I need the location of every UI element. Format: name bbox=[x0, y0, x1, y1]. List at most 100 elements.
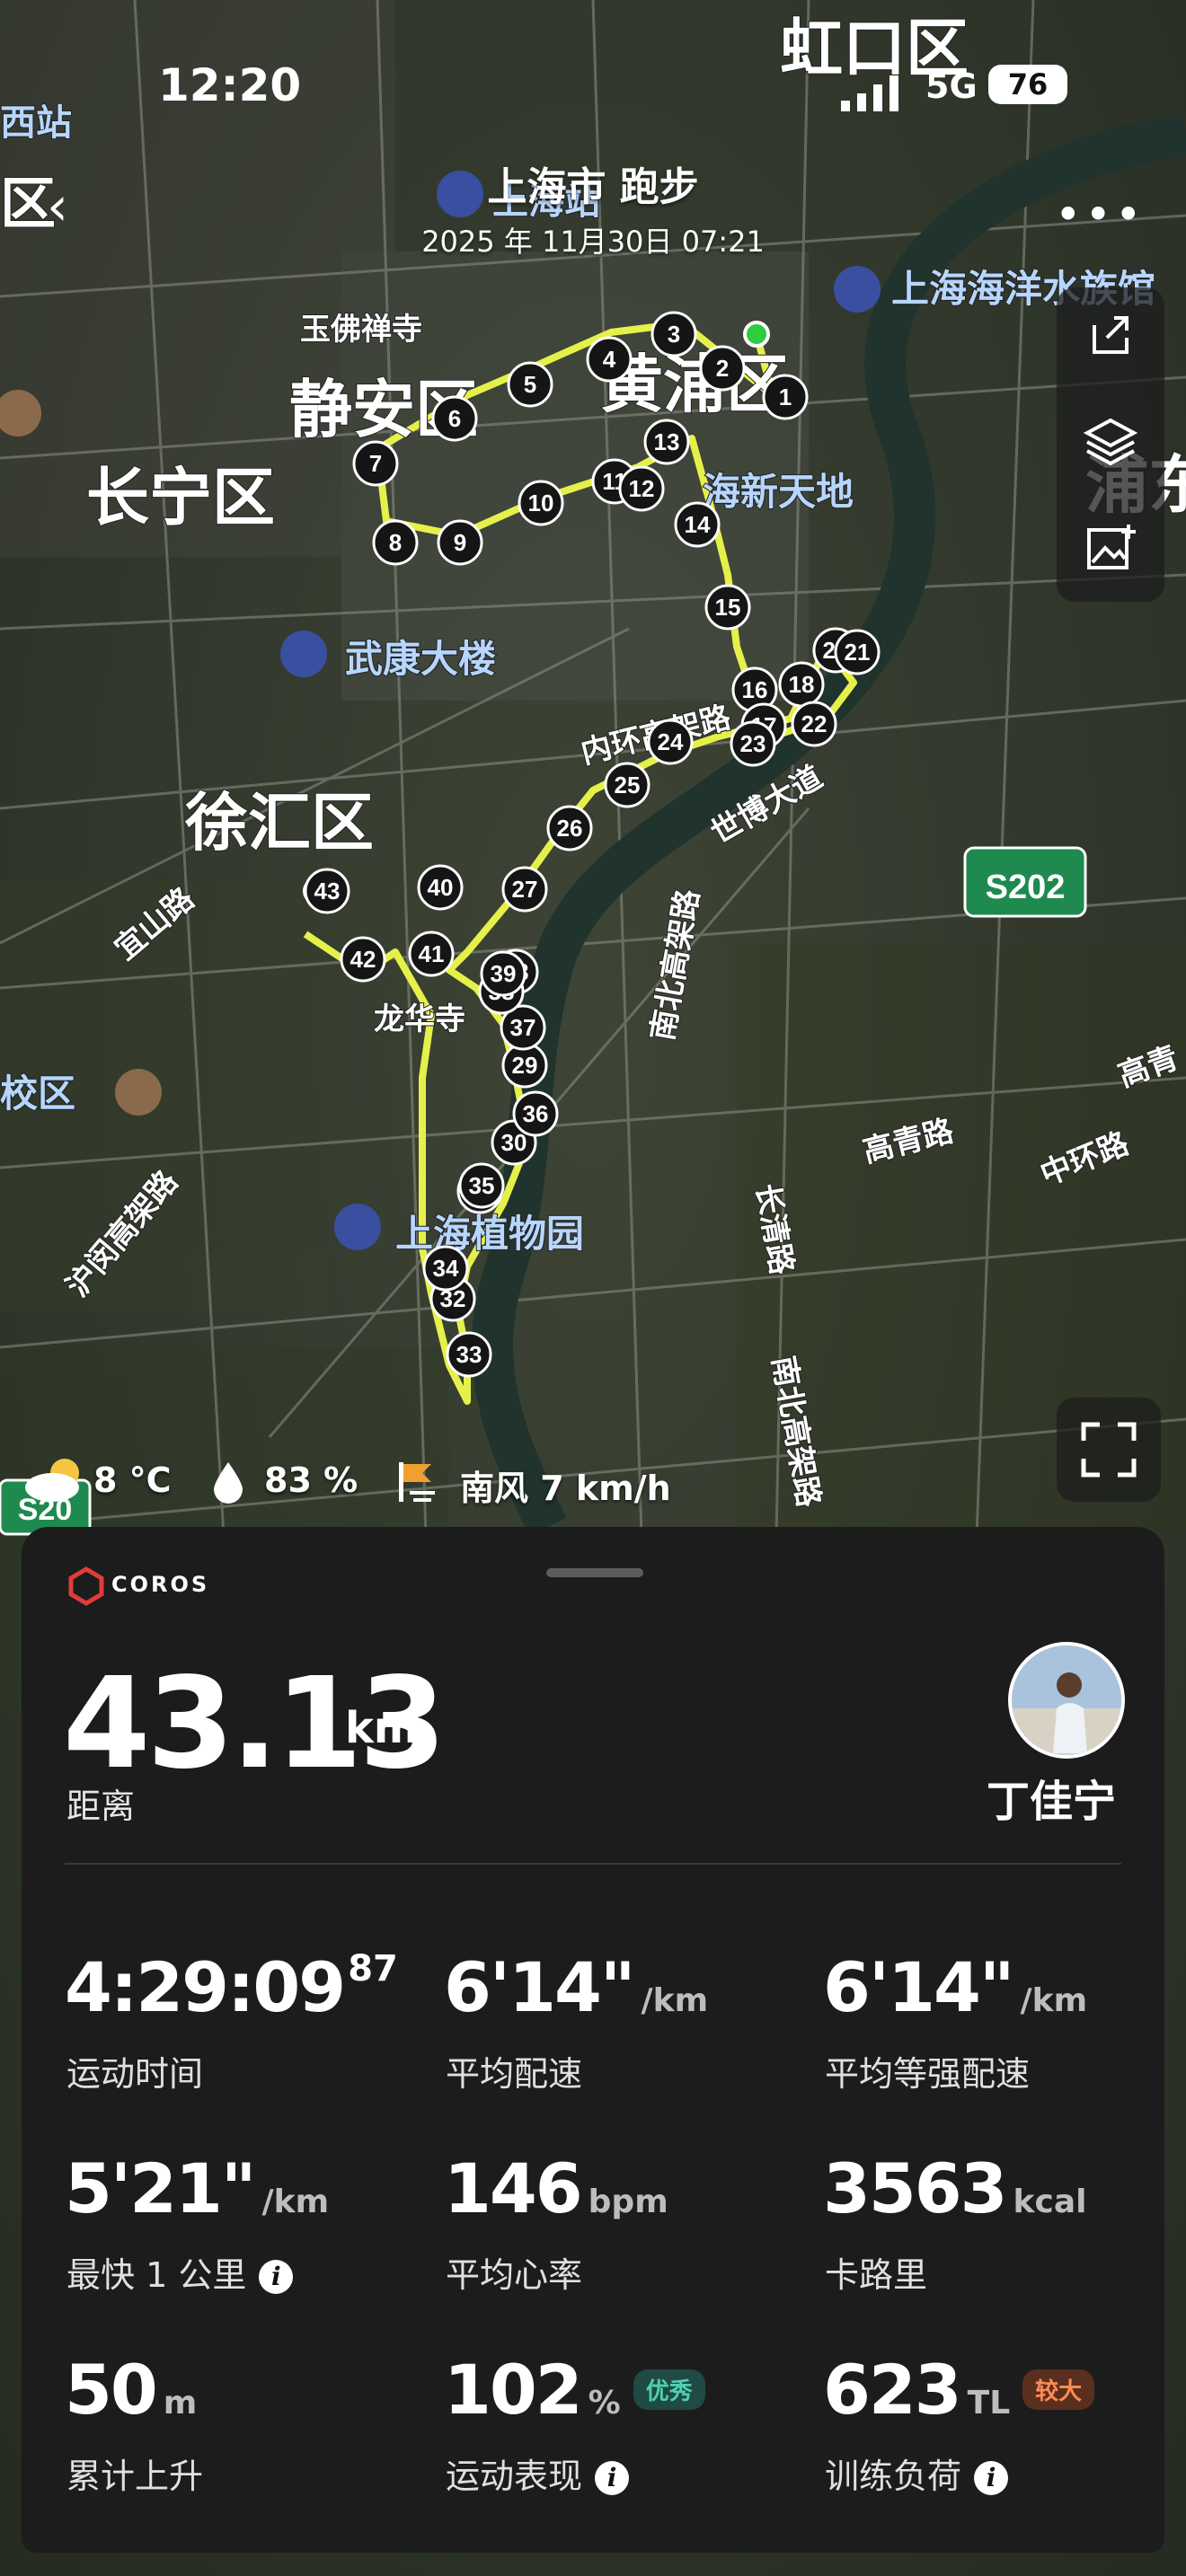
km-marker[interactable]: 7 bbox=[352, 440, 399, 487]
wind-icon bbox=[399, 1462, 435, 1502]
stat-elevation-gain-label: 累计上升 bbox=[66, 2457, 204, 2496]
layers-icon[interactable] bbox=[1082, 411, 1139, 469]
activity-summary-panel[interactable]: COROS 43.13 km 距离 丁佳宁 4:29:09 87 运动时间 6'1… bbox=[22, 1527, 1164, 2553]
activity-datetime: 2025 年 11月30日 07:21 bbox=[421, 225, 765, 259]
info-icon[interactable]: i bbox=[974, 2461, 1009, 2495]
stat-duration-value: 4:29:09 bbox=[65, 1947, 346, 2027]
km-marker[interactable]: 23 bbox=[730, 720, 776, 767]
km-marker[interactable]: 5 bbox=[507, 361, 553, 408]
km-marker[interactable]: 41 bbox=[408, 931, 455, 977]
map-label-longhua: 龙华寺 bbox=[374, 1002, 465, 1037]
km-marker[interactable]: 3 bbox=[651, 311, 697, 357]
status-time: 12:20 bbox=[158, 59, 302, 111]
km-marker[interactable]: 35 bbox=[458, 1162, 505, 1209]
km-marker[interactable]: 8 bbox=[372, 519, 419, 566]
stat-training-load-value: 623 bbox=[823, 2350, 962, 2430]
map-toolbar bbox=[1057, 287, 1164, 602]
km-marker-label: 8 bbox=[389, 529, 402, 556]
km-marker[interactable]: 40 bbox=[417, 864, 464, 911]
drag-handle[interactable] bbox=[546, 1568, 643, 1577]
fullscreen-button[interactable] bbox=[1057, 1398, 1161, 1502]
avatar-photo bbox=[1012, 1645, 1121, 1755]
km-marker-label: 42 bbox=[350, 946, 376, 973]
activity-screen: 虹口区 西站 区 玉佛禅寺 上海站 上海海洋水族馆 静安区 黄浦区 长宁区 海新… bbox=[0, 0, 1186, 2576]
km-marker[interactable]: 2 bbox=[699, 345, 746, 392]
wind: 南风 7 km/h bbox=[460, 1469, 671, 1508]
km-marker-label: 1 bbox=[779, 384, 792, 410]
km-marker[interactable]: 25 bbox=[604, 762, 651, 808]
km-marker[interactable]: 26 bbox=[546, 805, 593, 851]
km-marker-label: 7 bbox=[369, 450, 382, 477]
km-marker-label: 35 bbox=[469, 1172, 495, 1199]
km-marker[interactable]: 36 bbox=[512, 1090, 559, 1137]
coros-logo-icon bbox=[68, 1566, 104, 1606]
km-marker[interactable]: 34 bbox=[422, 1245, 469, 1292]
km-marker-label: 12 bbox=[629, 475, 655, 502]
km-marker[interactable]: 24 bbox=[647, 719, 694, 765]
stat-elevation-gain-value: 50 bbox=[65, 2350, 158, 2430]
stat-avg-grade-pace-label: 平均等强配速 bbox=[825, 2054, 1031, 2094]
distance-unit: km bbox=[345, 1703, 419, 1753]
km-marker[interactable]: 6 bbox=[431, 395, 478, 442]
km-marker-label: 41 bbox=[419, 940, 445, 967]
stat-avg-hr-unit: bpm bbox=[588, 2183, 668, 2220]
km-marker[interactable]: 10 bbox=[518, 480, 564, 526]
km-marker-label: 33 bbox=[456, 1341, 482, 1368]
map-label-changning: 长宁区 bbox=[86, 463, 275, 533]
km-marker[interactable]: 21 bbox=[834, 629, 881, 675]
km-marker-label: 24 bbox=[658, 728, 684, 755]
km-marker[interactable]: 27 bbox=[501, 866, 548, 913]
partly-cloudy-icon bbox=[25, 1459, 79, 1502]
poi-aquarium-icon bbox=[834, 266, 881, 313]
km-marker[interactable]: 1 bbox=[762, 374, 809, 420]
add-photo-icon[interactable] bbox=[1082, 519, 1139, 577]
km-marker-label: 5 bbox=[524, 371, 536, 398]
km-marker[interactable]: 9 bbox=[437, 519, 483, 566]
map-label-wukang: 武康大楼 bbox=[345, 638, 496, 680]
stat-avg-hr-label: 平均心率 bbox=[446, 2255, 583, 2295]
share-icon[interactable] bbox=[1082, 305, 1139, 363]
stat-avg-grade-pace-unit: /km bbox=[1020, 1982, 1088, 2019]
brand-name: COROS bbox=[111, 1572, 210, 1597]
info-icon[interactable]: i bbox=[595, 2461, 630, 2495]
km-marker[interactable]: 18 bbox=[778, 661, 825, 708]
km-marker[interactable]: 15 bbox=[704, 584, 751, 631]
km-marker-label: 22 bbox=[801, 710, 828, 737]
km-marker-label: 6 bbox=[448, 405, 461, 432]
stat-elevation-gain-unit: m bbox=[163, 2385, 198, 2422]
km-marker[interactable]: 13 bbox=[643, 419, 690, 465]
avatar[interactable] bbox=[1008, 1642, 1125, 1759]
km-marker-label: 3 bbox=[668, 321, 680, 348]
info-icon[interactable]: i bbox=[259, 2260, 294, 2294]
km-marker[interactable]: 43 bbox=[304, 868, 350, 914]
stat-fastest-km-value: 5'21" bbox=[65, 2148, 257, 2228]
km-marker-label: 26 bbox=[557, 815, 583, 842]
km-marker[interactable]: 4 bbox=[586, 336, 633, 383]
km-marker-label: 21 bbox=[845, 639, 871, 666]
stat-avg-pace-value: 6'14" bbox=[444, 1947, 636, 2027]
km-marker-label: 9 bbox=[454, 529, 466, 556]
poi-school-icon bbox=[115, 1069, 162, 1116]
km-marker[interactable]: 22 bbox=[791, 701, 837, 747]
km-marker[interactable]: 12 bbox=[618, 465, 665, 512]
km-marker-label: 39 bbox=[491, 960, 517, 987]
map-label-botanical: 上海植物园 bbox=[395, 1213, 584, 1255]
km-marker-label: 43 bbox=[314, 878, 341, 904]
network-type: 5G bbox=[925, 66, 978, 106]
km-marker[interactable]: 33 bbox=[446, 1331, 492, 1378]
stat-calories-value: 3563 bbox=[823, 2148, 1008, 2228]
km-marker[interactable]: 42 bbox=[340, 936, 386, 983]
battery-icon: 76 bbox=[988, 65, 1067, 104]
map-label-xiaoqu: 校区 bbox=[0, 1072, 75, 1115]
km-marker-label: 36 bbox=[523, 1100, 549, 1127]
humidity-icon bbox=[214, 1462, 243, 1504]
more-options-button[interactable]: ••• bbox=[1055, 189, 1145, 241]
km-marker[interactable]: 39 bbox=[480, 950, 527, 997]
map-label-xuhui: 徐汇区 bbox=[184, 788, 374, 858]
km-marker[interactable]: 14 bbox=[674, 501, 721, 548]
km-marker-label: 29 bbox=[512, 1052, 538, 1079]
map-label-yufo: 玉佛禅寺 bbox=[300, 313, 422, 347]
stat-calories-label: 卡路里 bbox=[825, 2255, 928, 2295]
km-marker-label: 4 bbox=[603, 346, 616, 373]
stat-duration-fraction: 87 bbox=[348, 1948, 398, 1989]
